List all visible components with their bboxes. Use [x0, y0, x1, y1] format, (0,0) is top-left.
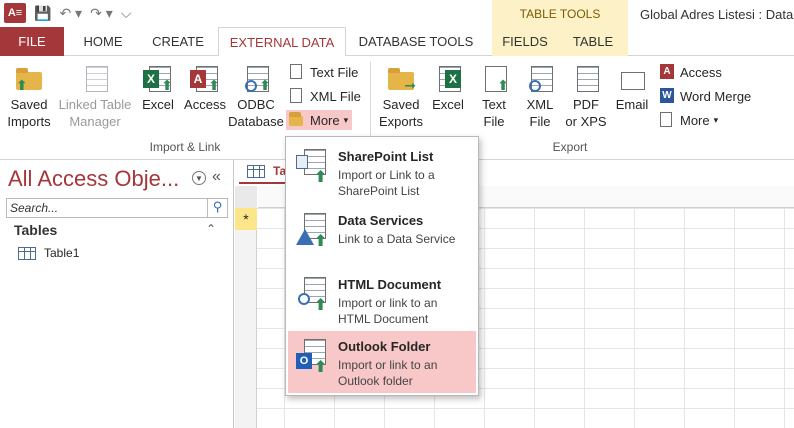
- tab-file[interactable]: FILE: [0, 27, 64, 56]
- access-icon: A: [190, 70, 206, 88]
- quick-access-toolbar: A≡ 💾 ↶ ▾ ↷ ▾ ⌵: [4, 3, 131, 23]
- nav-pane-title[interactable]: All Access Obje...: [8, 166, 179, 192]
- ribbon-tabs: FILE HOME CREATE EXTERNAL DATA DATABASE …: [0, 27, 794, 57]
- export-more-button[interactable]: More ▾: [658, 110, 718, 130]
- more-import-menu: ⬆ SharePoint List Import or Link to a Sh…: [285, 136, 479, 396]
- customize-qat-icon[interactable]: ⌵: [121, 5, 132, 22]
- import-access-button[interactable]: A ⬆ Access: [182, 62, 228, 113]
- title-bar: A≡ 💾 ↶ ▾ ↷ ▾ ⌵ TABLE TOOLS Global Adres …: [0, 0, 794, 27]
- import-link-group-label: Import & Link: [149, 140, 221, 154]
- export-group-label: Export: [552, 140, 588, 154]
- import-text-file-button[interactable]: Text File: [288, 62, 358, 82]
- word-merge-button[interactable]: W Word Merge: [658, 86, 751, 106]
- more-import-icon: [288, 112, 306, 128]
- menu-item-data-services[interactable]: ⬆ Data Services Link to a Data Service: [288, 205, 476, 267]
- navigation-pane: All Access Obje... ▼ « Search... ⚲ Table…: [0, 160, 234, 428]
- access-app-icon[interactable]: A≡: [4, 3, 26, 23]
- select-all-corner[interactable]: [235, 186, 257, 208]
- search-input[interactable]: Search... ⚲: [6, 198, 228, 218]
- linked-table-icon: [86, 66, 108, 92]
- table-icon: [247, 164, 265, 178]
- chevron-up-icon[interactable]: ⌃: [206, 222, 216, 236]
- xml-globe-icon: [529, 80, 541, 92]
- chevron-down-icon[interactable]: ▼: [192, 171, 206, 185]
- linked-table-manager-button[interactable]: Linked Table Manager: [56, 62, 134, 130]
- import-more-button[interactable]: More ▾: [286, 110, 353, 130]
- chevron-down-icon: ▾: [343, 114, 349, 125]
- html-document-icon: ⬆: [296, 277, 330, 315]
- table-icon: [18, 246, 36, 260]
- tab-external-data[interactable]: EXTERNAL DATA: [218, 27, 346, 57]
- export-text-file-button[interactable]: ⬆ Text File: [474, 62, 514, 130]
- saved-imports-button[interactable]: ⬆ Saved Imports: [4, 62, 54, 130]
- tables-section-header[interactable]: Tables: [14, 222, 57, 238]
- xml-file-icon: [288, 88, 306, 104]
- menu-item-sharepoint-list[interactable]: ⬆ SharePoint List Import or Link to a Sh…: [288, 141, 476, 203]
- access-icon: A: [658, 64, 676, 80]
- search-icon[interactable]: ⚲: [207, 199, 227, 217]
- saved-exports-button[interactable]: ➞ Saved Exports: [376, 62, 426, 130]
- pdf-icon: [577, 66, 599, 92]
- nav-item-table1[interactable]: Table1: [18, 246, 79, 260]
- save-icon[interactable]: 💾: [34, 5, 51, 22]
- more-export-icon: [658, 112, 676, 128]
- tab-create[interactable]: CREATE: [140, 27, 216, 56]
- excel-icon: X: [143, 70, 159, 88]
- odbc-globe-icon: [245, 80, 257, 92]
- new-record-marker[interactable]: *: [235, 208, 257, 230]
- import-xml-file-button[interactable]: XML File: [288, 86, 361, 106]
- tab-home[interactable]: HOME: [72, 27, 134, 56]
- collapse-pane-icon[interactable]: «: [212, 168, 221, 186]
- export-pdf-xps-button[interactable]: PDF or XPS: [564, 62, 608, 130]
- excel-icon: X: [445, 70, 461, 88]
- export-email-button[interactable]: Email: [612, 62, 652, 113]
- undo-icon[interactable]: ↶ ▾: [59, 5, 82, 22]
- table-tools-context-label: TABLE TOOLS: [492, 0, 628, 27]
- tab-fields[interactable]: FIELDS: [492, 27, 558, 56]
- export-access-button[interactable]: A Access: [658, 62, 722, 82]
- word-icon: W: [658, 88, 676, 104]
- export-xml-file-button[interactable]: XML File: [520, 62, 560, 130]
- outlook-folder-icon: O ⬆: [296, 339, 330, 377]
- tab-database-tools[interactable]: DATABASE TOOLS: [352, 27, 480, 56]
- sharepoint-list-icon: ⬆: [296, 149, 330, 187]
- export-excel-button[interactable]: X Excel: [428, 62, 468, 113]
- menu-item-html-document[interactable]: ⬆ HTML Document Import or link to an HTM…: [288, 269, 476, 331]
- tab-table[interactable]: TABLE: [558, 27, 628, 56]
- chevron-down-icon: ▾: [713, 114, 719, 125]
- import-excel-button[interactable]: X ⬆ Excel: [138, 62, 178, 113]
- email-envelope-icon: [621, 72, 645, 90]
- window-title: Global Adres Listesi : Datab: [640, 7, 794, 22]
- data-services-icon: ⬆: [296, 213, 330, 251]
- text-file-icon: [288, 64, 306, 80]
- import-odbc-button[interactable]: ⬆ ODBC Database: [228, 62, 284, 130]
- redo-icon[interactable]: ↷ ▾: [90, 5, 113, 22]
- menu-item-outlook-folder[interactable]: O ⬆ Outlook Folder Import or link to an O…: [288, 331, 476, 393]
